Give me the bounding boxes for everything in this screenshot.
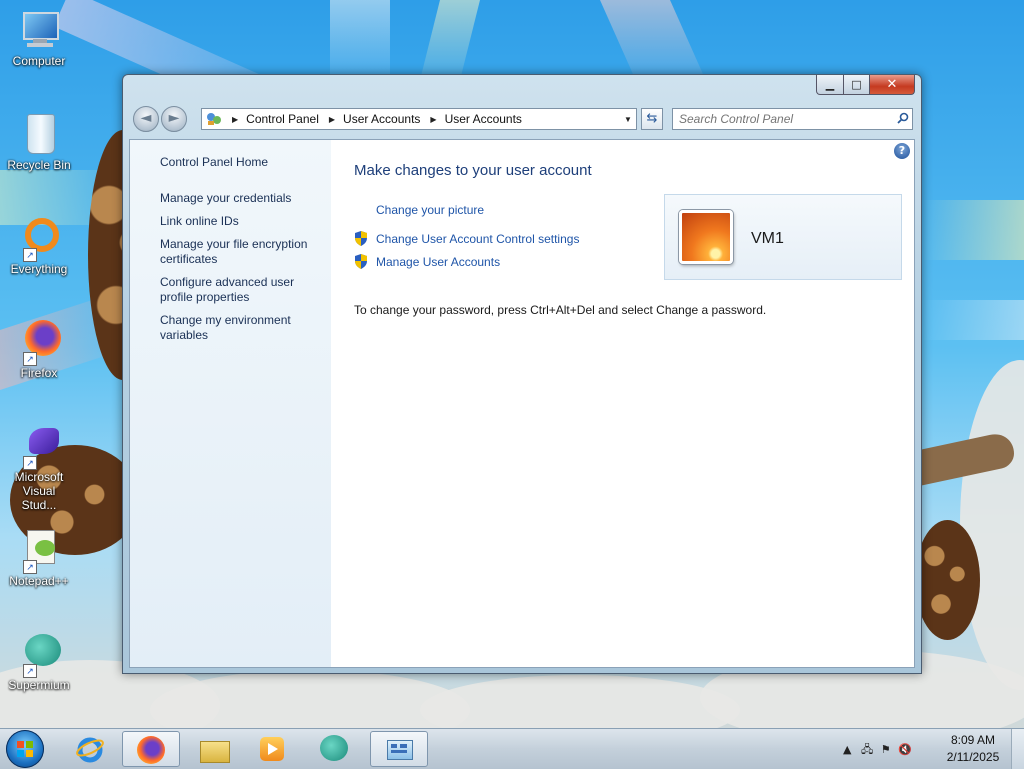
link-online-ids-link[interactable]: Link online IDs xyxy=(160,214,320,229)
password-instructions: To change your password, press Ctrl+Alt+… xyxy=(354,303,767,317)
change-picture-link[interactable]: Change your picture xyxy=(376,203,484,217)
desktop-icon-label: Microsoft Visual Stud... xyxy=(14,470,64,512)
show-desktop-button[interactable] xyxy=(1011,729,1024,769)
task-pane: Control Panel Home Manage your credentia… xyxy=(130,140,331,667)
search-icon[interactable] xyxy=(894,112,912,127)
uac-shield-icon xyxy=(354,231,368,246)
forward-button[interactable]: ► xyxy=(161,106,187,132)
user-name: VM1 xyxy=(751,230,784,247)
change-environment-variables-link[interactable]: Change my environment variables xyxy=(160,313,320,343)
control-panel-icon xyxy=(385,736,413,764)
taskbar-file-explorer[interactable] xyxy=(186,731,244,767)
address-bar[interactable]: ▶ Control Panel ▶ User Accounts ▶ User A… xyxy=(201,108,637,130)
network-icon[interactable]: 🖧 xyxy=(861,743,873,756)
recycle-bin-icon xyxy=(17,112,61,156)
desktop-icon-label: Everything xyxy=(10,262,68,276)
desktop-icon-visual-studio[interactable]: ↗ Microsoft Visual Stud... xyxy=(4,424,74,512)
desktop-icon-label: Recycle Bin xyxy=(7,158,71,172)
desktop-icon-computer[interactable]: Computer xyxy=(4,8,74,68)
close-button[interactable]: ✕ xyxy=(870,75,915,95)
breadcrumb-arrow-icon: ▶ xyxy=(328,114,336,124)
breadcrumb-user-accounts[interactable]: User Accounts xyxy=(343,112,420,126)
internet-explorer-icon xyxy=(76,735,104,763)
shortcut-arrow-icon: ↗ xyxy=(23,248,37,262)
shortcut-arrow-icon: ↗ xyxy=(23,664,37,678)
shortcut-arrow-icon: ↗ xyxy=(23,352,37,366)
breadcrumb-user-accounts-current[interactable]: User Accounts xyxy=(445,112,522,126)
folder-icon xyxy=(200,735,230,763)
control-panel-home-link[interactable]: Control Panel Home xyxy=(160,155,320,170)
breadcrumb-control-panel[interactable]: Control Panel xyxy=(246,112,319,126)
control-panel-icon xyxy=(206,112,222,126)
taskbar-media-player[interactable] xyxy=(244,731,302,767)
desktop-icon-everything[interactable]: ↗ Everything xyxy=(4,216,74,276)
taskbar-clock[interactable]: 8:09 AM 2/11/2025 xyxy=(940,732,1006,766)
taskbar: ▲ 🖧 ⚑ 🔇 8:09 AM 2/11/2025 xyxy=(0,728,1024,769)
search-box[interactable] xyxy=(672,108,913,130)
breadcrumb-arrow-icon: ▶ xyxy=(232,114,239,124)
supermium-icon: ↗ xyxy=(17,632,61,678)
desktop-icon-label: Firefox xyxy=(20,366,58,380)
control-panel-window: ▁ □ ✕ ◄ ► ▶ Control Panel ▶ User Account… xyxy=(122,74,922,674)
desktop-icon-label: Supermium xyxy=(8,678,70,692)
manage-credentials-link[interactable]: Manage your credentials xyxy=(160,191,320,206)
taskbar-internet-explorer[interactable] xyxy=(62,731,120,767)
desktop-icon-notepad-plus-plus[interactable]: ↗ Notepad++ xyxy=(4,528,74,588)
desktop-icon-recycle-bin[interactable]: Recycle Bin xyxy=(4,112,74,172)
help-button[interactable]: ? xyxy=(894,143,910,159)
action-center-flag-icon[interactable]: ⚑ xyxy=(881,743,891,756)
user-picture-avatar xyxy=(679,210,733,264)
shortcut-arrow-icon: ↗ xyxy=(23,456,37,470)
navigation-bar: ◄ ► ▶ Control Panel ▶ User Accounts ▶ Us… xyxy=(131,105,913,133)
desktop-icon-supermium[interactable]: ↗ Supermium xyxy=(4,632,74,692)
firefox-icon: ↗ xyxy=(17,320,61,366)
chevron-down-icon[interactable]: ▼ xyxy=(620,115,636,124)
content-area: Control Panel Home Manage your credentia… xyxy=(129,139,915,668)
manage-file-encryption-link[interactable]: Manage your file encryption certificates xyxy=(160,237,320,267)
system-tray: ▲ 🖧 ⚑ 🔇 xyxy=(843,741,912,760)
refresh-icon: ⇆ xyxy=(646,111,658,126)
shortcut-arrow-icon: ↗ xyxy=(23,560,37,574)
window-controls: ▁ □ ✕ xyxy=(816,75,915,95)
volume-muted-icon[interactable]: 🔇 xyxy=(898,743,912,756)
manage-user-accounts-link[interactable]: Manage User Accounts xyxy=(376,255,500,269)
computer-icon xyxy=(17,8,61,52)
taskbar-firefox[interactable] xyxy=(122,731,180,767)
visual-studio-icon: ↗ xyxy=(17,424,61,470)
back-button[interactable]: ◄ xyxy=(133,106,159,132)
show-hidden-icons-button[interactable]: ▲ xyxy=(843,743,851,756)
desktop-icon-label: Computer xyxy=(12,54,66,68)
firefox-icon xyxy=(137,736,165,764)
everything-icon: ↗ xyxy=(17,216,61,262)
clock-time: 8:09 AM xyxy=(950,733,996,747)
search-input[interactable] xyxy=(673,111,894,127)
media-player-icon xyxy=(258,735,286,763)
minimize-button[interactable]: ▁ xyxy=(816,75,844,95)
refresh-button[interactable]: ⇆ xyxy=(641,108,663,130)
clock-date: 2/11/2025 xyxy=(946,750,1000,764)
supermium-icon xyxy=(320,735,348,763)
page-title: Make changes to your user account xyxy=(354,162,592,179)
change-uac-settings-link[interactable]: Change User Account Control settings xyxy=(376,232,579,246)
user-account-tile: VM1 xyxy=(664,194,902,280)
configure-profile-properties-link[interactable]: Configure advanced user profile properti… xyxy=(160,275,320,305)
maximize-button[interactable]: □ xyxy=(844,75,870,95)
desktop-icon-label: Notepad++ xyxy=(9,574,69,588)
desktop-icon-firefox[interactable]: ↗ Firefox xyxy=(4,320,74,380)
taskbar-supermium[interactable] xyxy=(306,731,364,767)
taskbar-control-panel[interactable] xyxy=(370,731,428,767)
uac-shield-icon xyxy=(354,254,368,269)
notepad-plus-plus-icon: ↗ xyxy=(17,528,61,574)
breadcrumb-arrow-icon: ▶ xyxy=(430,114,437,124)
start-button[interactable] xyxy=(6,730,44,768)
